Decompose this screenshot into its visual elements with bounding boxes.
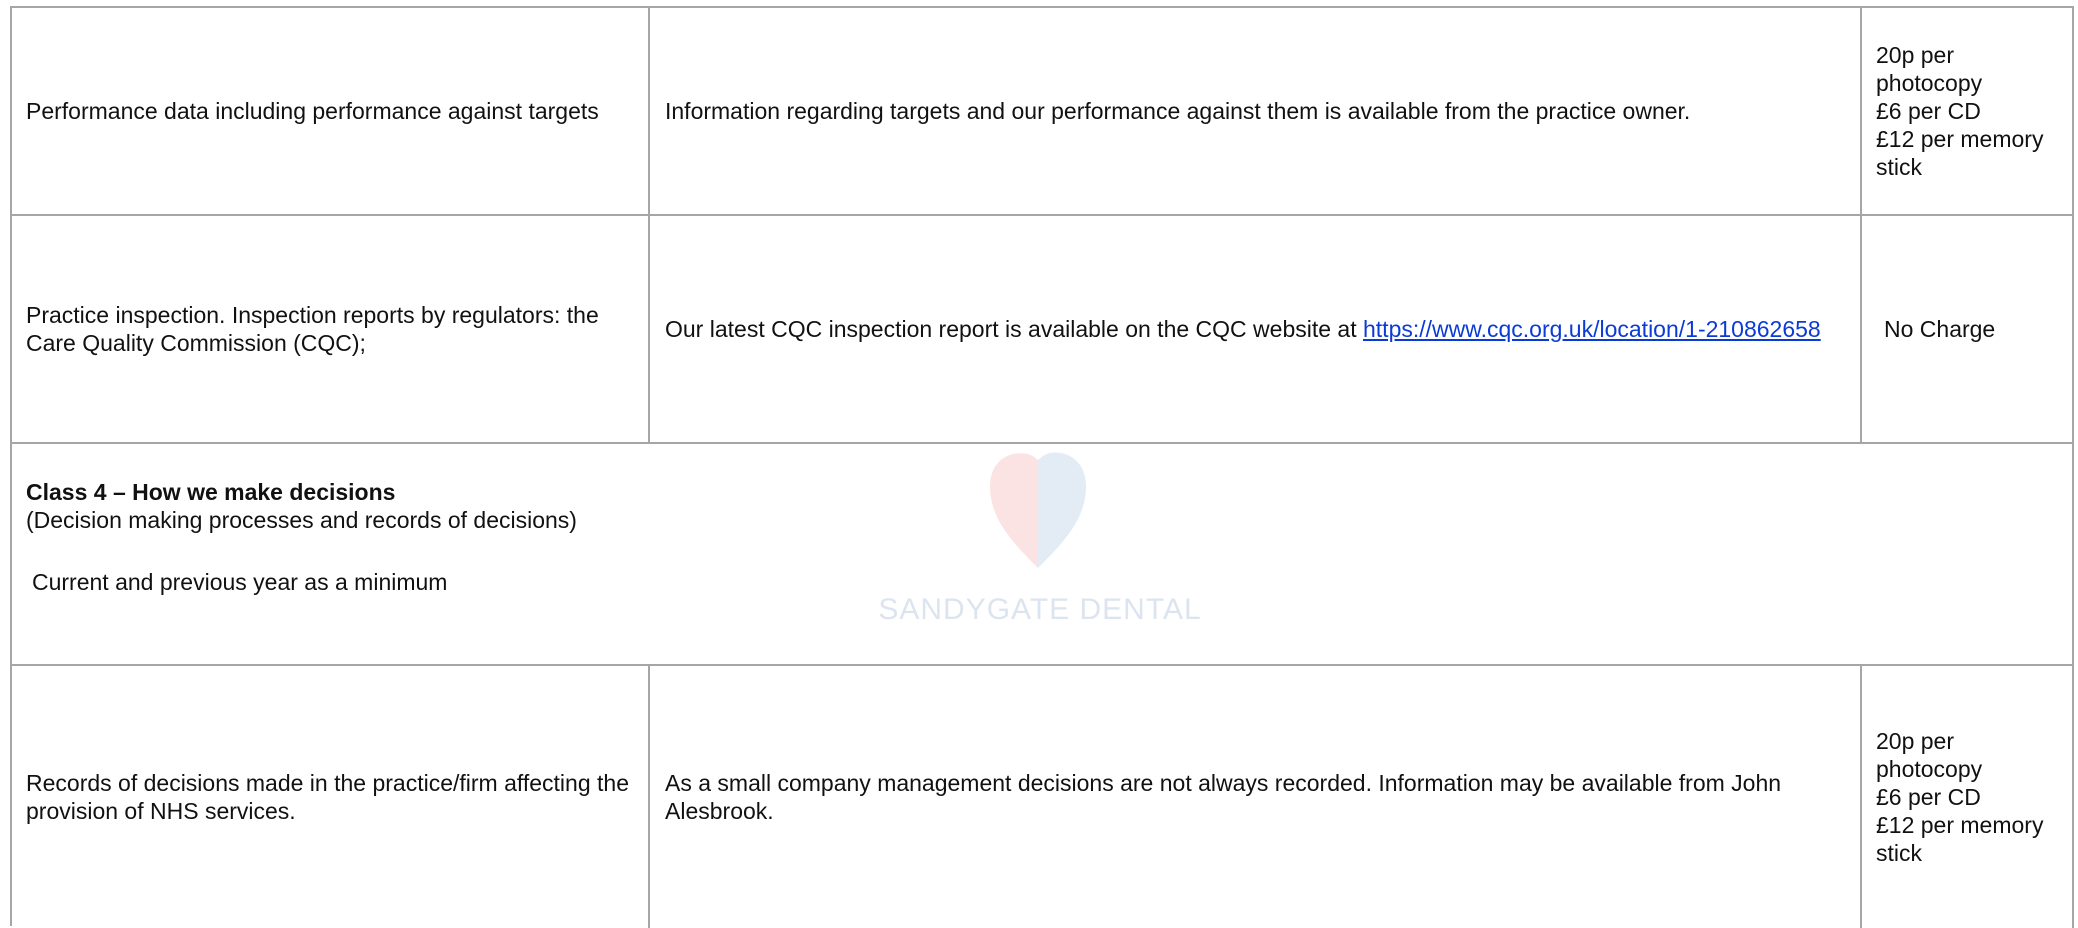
information-type-cell: Practice inspection. Inspection reports … bbox=[12, 216, 650, 442]
section-header-row: Class 4 – How we make decisions (Decisio… bbox=[12, 444, 2074, 666]
information-type-text: Practice inspection. Inspection reports … bbox=[26, 302, 599, 356]
charge-list: 20p per photocopy £6 per CD £12 per memo… bbox=[1876, 41, 2066, 181]
charge-list: 20p per photocopy £6 per CD £12 per memo… bbox=[1876, 727, 2066, 867]
charge-cd: £6 per CD bbox=[1876, 784, 1981, 810]
publication-scheme-table: Performance data including performance a… bbox=[10, 6, 2074, 928]
information-type-text: Performance data including performance a… bbox=[26, 98, 599, 124]
cqc-report-link[interactable]: https://www.cqc.org.uk/location/1-210862… bbox=[1363, 316, 1821, 342]
details-prefix: Our latest CQC inspection report is avai… bbox=[665, 316, 1363, 342]
information-type-cell: Performance data including performance a… bbox=[12, 8, 650, 214]
charge-memory-stick: £12 per memory stick bbox=[1876, 126, 2044, 180]
section-note: Current and previous year as a minimum bbox=[32, 569, 448, 595]
section-subtitle: (Decision making processes and records o… bbox=[26, 507, 577, 533]
charge-cell: 20p per photocopy £6 per CD £12 per memo… bbox=[1862, 8, 2074, 214]
table-row: Records of decisions made in the practic… bbox=[12, 666, 2074, 928]
charge-memory-stick: £12 per memory stick bbox=[1876, 812, 2044, 866]
charge-cell: No Charge bbox=[1862, 216, 2074, 442]
information-type-cell: Records of decisions made in the practic… bbox=[12, 666, 650, 928]
charge-photocopy: 20p per photocopy bbox=[1876, 42, 1983, 96]
details-text: Our latest CQC inspection report is avai… bbox=[665, 315, 1821, 343]
details-text: As a small company management decisions … bbox=[665, 770, 1782, 824]
charge-photocopy: 20p per photocopy bbox=[1876, 728, 1983, 782]
charge-cell: 20p per photocopy £6 per CD £12 per memo… bbox=[1862, 666, 2074, 928]
details-cell: As a small company management decisions … bbox=[650, 666, 1862, 928]
charge-cd: £6 per CD bbox=[1876, 98, 1981, 124]
charge-text: No Charge bbox=[1884, 316, 1996, 342]
details-cell: Information regarding targets and our pe… bbox=[650, 8, 1862, 214]
information-type-text: Records of decisions made in the practic… bbox=[26, 770, 629, 824]
details-cell: Our latest CQC inspection report is avai… bbox=[650, 216, 1862, 442]
table-row: Practice inspection. Inspection reports … bbox=[12, 216, 2074, 444]
section-header-cell: Class 4 – How we make decisions (Decisio… bbox=[12, 444, 2074, 664]
table-row: Performance data including performance a… bbox=[12, 8, 2074, 216]
details-text: Information regarding targets and our pe… bbox=[665, 98, 1691, 124]
section-title: Class 4 – How we make decisions bbox=[26, 479, 396, 505]
